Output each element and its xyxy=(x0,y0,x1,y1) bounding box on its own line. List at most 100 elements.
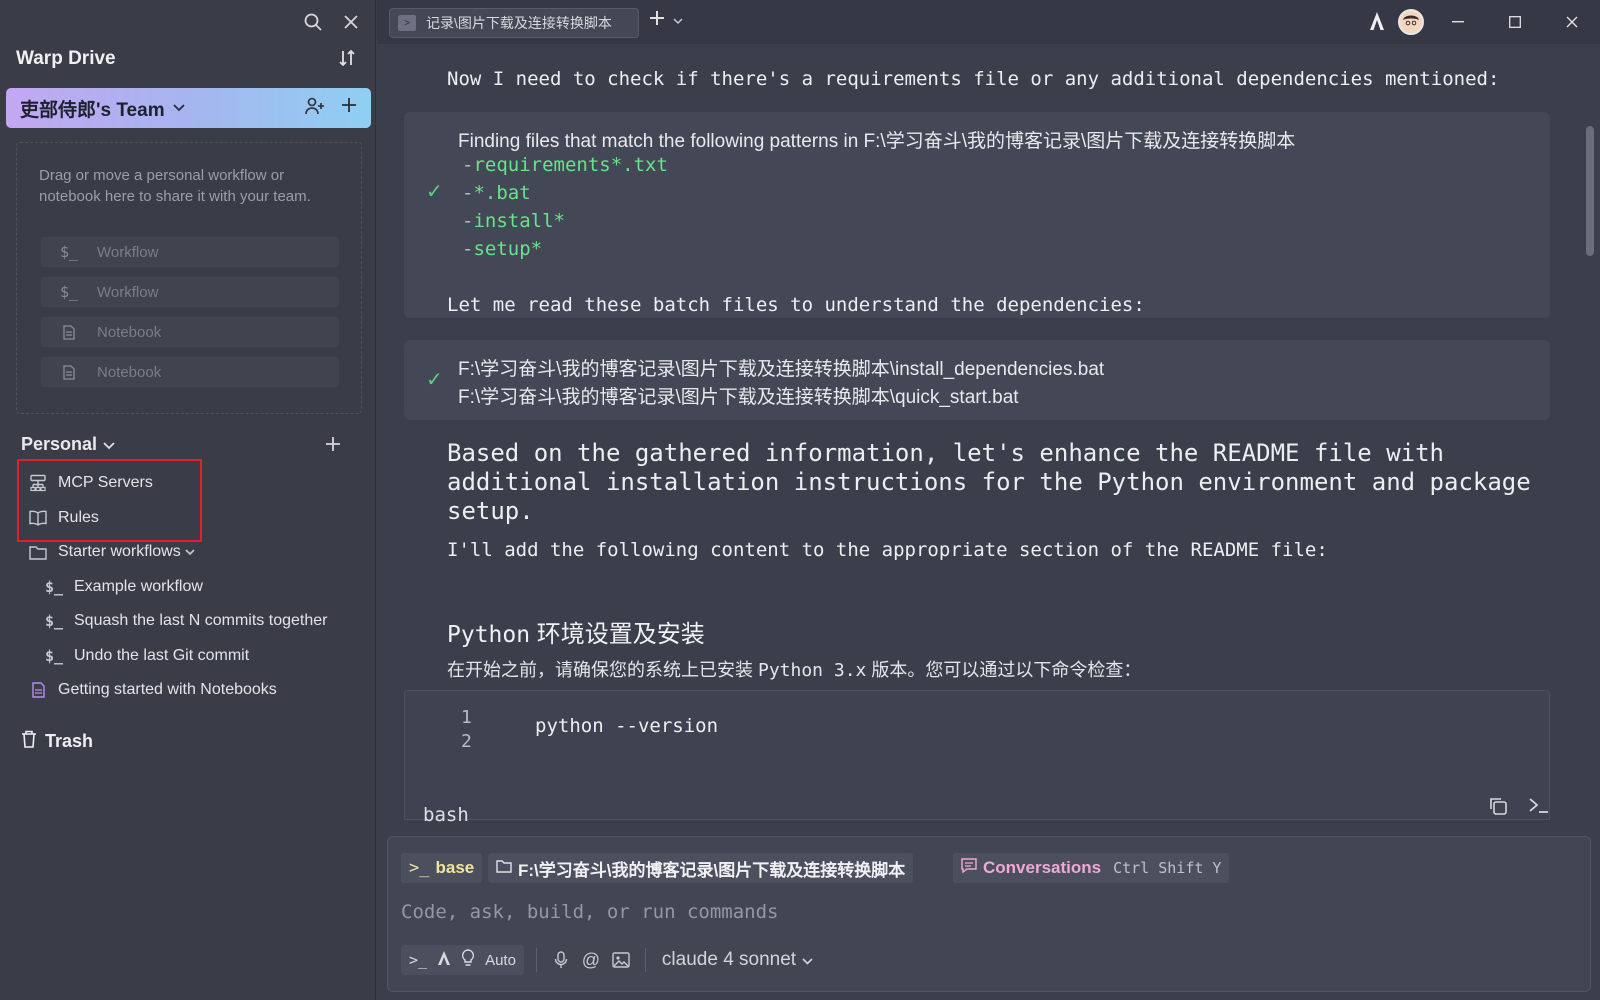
run-in-terminal-icon[interactable] xyxy=(1528,796,1550,821)
notebook-icon xyxy=(41,364,97,380)
at-mention-icon[interactable]: @ xyxy=(579,948,603,972)
check-icon: ✓ xyxy=(426,181,443,203)
workflow-icon: $_ xyxy=(44,612,64,630)
lightbulb-icon xyxy=(461,949,475,971)
pattern-item: -requirements*.txt xyxy=(462,154,668,176)
book-icon xyxy=(28,510,48,526)
new-tab-controls xyxy=(649,10,683,31)
pattern-item: -setup* xyxy=(462,238,543,260)
code-content: python --version xyxy=(535,715,719,737)
read-file-path: F:\学习奋斗\我的博客记录\图片下载及连接转换脚本\quick_start.b… xyxy=(458,387,1019,408)
agent-message: I'll add the following content to the ap… xyxy=(447,539,1328,561)
chevron-down-icon xyxy=(802,949,813,971)
tab-label: 记录\图片下载及连接转换脚本 xyxy=(426,15,612,31)
agent-mode-icon[interactable] xyxy=(437,950,451,970)
agent-message: Let me read these batch files to underst… xyxy=(447,294,1145,316)
agent-message: additional installation instructions for… xyxy=(447,468,1531,496)
dropzone-hint: Drag or move a personal workflow or note… xyxy=(39,167,311,205)
sidebar-item-rules[interactable]: Rules xyxy=(28,503,99,533)
minimize-icon[interactable] xyxy=(1429,0,1486,44)
sidebar-item-example-workflow[interactable]: $_ Example workflow xyxy=(44,572,203,602)
section-paragraph: 在开始之前，请确保您的系统上已安装 Python 3.x 版本。您可以通过以下命… xyxy=(447,660,1142,681)
placeholder-notebook: Notebook xyxy=(41,317,339,347)
placeholder-workflow: $_ Workflow xyxy=(41,237,339,267)
agent-message: Now I need to check if there's a require… xyxy=(447,68,1500,90)
input-toolbar: >_ Auto @ claude 4 sonnet xyxy=(401,945,813,975)
chevron-down-icon xyxy=(185,543,195,561)
notebook-icon xyxy=(28,682,48,698)
add-icon[interactable] xyxy=(321,432,345,456)
read-files-block[interactable]: ✓ F:\学习奋斗\我的博客记录\图片下载及连接转换脚本\install_dep… xyxy=(404,340,1550,420)
warp-drive-sidebar: Warp Drive 吏部侍郎's Team Drag or move a pe… xyxy=(0,0,376,1000)
scrollbar[interactable] xyxy=(1586,126,1594,256)
personal-section-header[interactable]: Personal xyxy=(21,434,115,455)
pattern-item: -*.bat xyxy=(462,182,531,204)
warp-ai-icon[interactable] xyxy=(1368,11,1386,36)
conversations-chip[interactable]: Conversations Ctrl Shift Y xyxy=(953,853,1230,883)
code-actions xyxy=(1488,796,1550,821)
sidebar-item-undo-git-commit[interactable]: $_ Undo the last Git commit xyxy=(44,641,249,671)
find-files-block[interactable]: ✓ Finding files that match the following… xyxy=(404,112,1550,318)
sort-icon[interactable] xyxy=(335,46,359,70)
image-icon[interactable] xyxy=(609,948,633,972)
divider xyxy=(535,948,537,972)
code-block[interactable]: 1 2 python --version xyxy=(404,690,1550,820)
copy-icon[interactable] xyxy=(1488,796,1508,821)
prompt-input-area: >_ base F:\学习奋斗\我的博客记录\图片下载及连接转换脚本 Conve… xyxy=(387,836,1591,992)
team-name: 吏部侍郎's Team xyxy=(20,99,165,121)
pattern-item: -install* xyxy=(462,210,565,232)
terminal-icon: > xyxy=(398,15,416,31)
divider xyxy=(644,948,646,972)
code-language: bash xyxy=(423,804,469,826)
model-selector[interactable]: claude 4 sonnet xyxy=(662,949,813,971)
workflow-icon: $_ xyxy=(59,243,79,261)
chat-bubble-icon xyxy=(961,858,977,878)
notebook-icon xyxy=(41,324,97,340)
window-controls xyxy=(1429,0,1600,44)
sidebar-top-actions xyxy=(301,10,363,34)
sidebar-item-trash[interactable]: Trash xyxy=(21,730,93,753)
team-dropzone[interactable]: Drag or move a personal workflow or note… xyxy=(16,142,362,414)
workflow-icon: $_ xyxy=(59,283,79,301)
avatar[interactable] xyxy=(1398,9,1424,35)
agent-message: Based on the gathered information, let's… xyxy=(447,439,1444,467)
add-icon[interactable] xyxy=(341,97,357,120)
sidebar-item-starter-workflows[interactable]: Starter workflows xyxy=(28,537,195,567)
mode-label: Auto xyxy=(485,951,516,969)
maximize-icon[interactable] xyxy=(1486,0,1543,44)
line-number: 2 xyxy=(461,731,472,752)
chevron-down-icon xyxy=(103,434,115,455)
folder-icon xyxy=(496,858,512,878)
prompt-input[interactable] xyxy=(401,897,1571,927)
add-member-icon[interactable] xyxy=(305,97,325,120)
workflow-icon: $_ xyxy=(44,647,64,665)
terminal-icon: >_ xyxy=(409,858,430,878)
team-selector[interactable]: 吏部侍郎's Team xyxy=(6,88,371,128)
path-chip[interactable]: F:\学习奋斗\我的博客记录\图片下载及连接转换脚本 xyxy=(488,853,914,883)
placeholder-workflow: $_ Workflow xyxy=(41,277,339,307)
check-icon: ✓ xyxy=(426,369,443,391)
chevron-down-icon xyxy=(172,99,185,117)
microphone-icon[interactable] xyxy=(549,948,573,972)
sidebar-item-mcp-servers[interactable]: MCP Servers xyxy=(28,468,153,498)
mode-selector[interactable]: >_ Auto xyxy=(401,945,524,975)
close-icon[interactable] xyxy=(339,10,363,34)
sidebar-item-squash-commits[interactable]: $_ Squash the last N commits together xyxy=(44,606,327,636)
plus-icon[interactable] xyxy=(649,10,665,31)
line-number: 1 xyxy=(461,707,472,728)
agent-message: setup. xyxy=(447,497,534,525)
workflow-icon: $_ xyxy=(44,578,64,596)
terminal-mode-icon[interactable]: >_ xyxy=(409,951,427,969)
close-window-icon[interactable] xyxy=(1543,0,1600,44)
title-bar: > 记录\图片下载及连接转换脚本 xyxy=(377,0,1600,44)
tab-active[interactable]: > 记录\图片下载及连接转换脚本 xyxy=(389,8,639,38)
chevron-down-icon[interactable] xyxy=(673,12,683,30)
search-icon[interactable] xyxy=(301,10,325,34)
mcp-servers-icon xyxy=(28,474,48,492)
env-chip[interactable]: >_ base xyxy=(401,853,483,883)
read-file-path: F:\学习奋斗\我的博客记录\图片下载及连接转换脚本\install_depen… xyxy=(458,359,1105,380)
shortcut-hint: Ctrl Shift Y xyxy=(1113,859,1222,877)
trash-icon xyxy=(21,730,37,753)
sidebar-item-getting-started-notebooks[interactable]: Getting started with Notebooks xyxy=(28,675,277,705)
placeholder-notebook: Notebook xyxy=(41,357,339,387)
